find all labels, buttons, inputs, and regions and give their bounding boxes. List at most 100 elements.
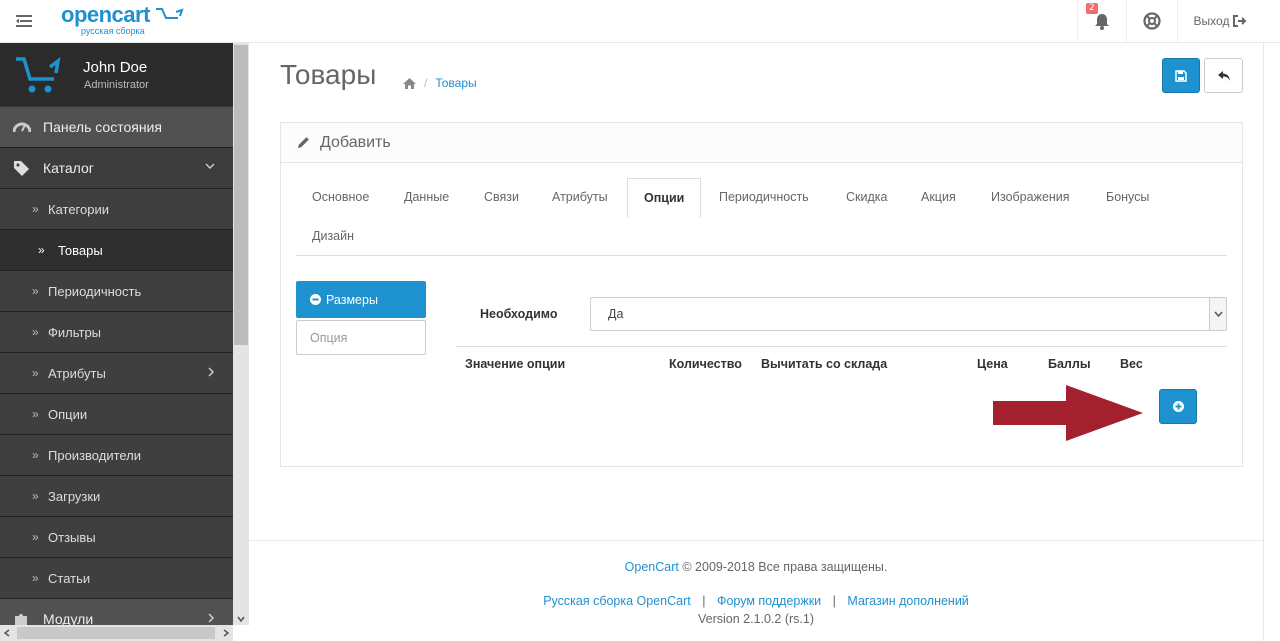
required-select[interactable]: Да (590, 297, 1227, 331)
hamburger-icon (16, 15, 32, 27)
notification-badge: 2 (1086, 3, 1098, 14)
scrollbar-thumb[interactable] (234, 45, 248, 345)
scroll-right-arrow-icon[interactable] (223, 629, 229, 637)
sidebar-item-attributes[interactable]: » Атрибуты (0, 353, 233, 394)
save-icon (1175, 69, 1187, 82)
tab-discount[interactable]: Скидка (830, 178, 903, 216)
sidebar-item-categories[interactable]: » Категории (0, 189, 233, 230)
sidebar-item-label: Загрузки (48, 488, 101, 504)
tab-special[interactable]: Акция (905, 178, 972, 216)
footer-store-link[interactable]: Магазин дополнений (847, 594, 968, 608)
double-chevron-icon: » (32, 489, 39, 503)
footer-divider-1: | (702, 594, 706, 608)
sidebar-item-label: Периодичность (48, 283, 142, 299)
cart-logo-icon (156, 8, 184, 19)
tab-images[interactable]: Изображения (975, 178, 1086, 216)
sidebar-item-manufacturers[interactable]: » Производители (0, 435, 233, 476)
sidebar-item-downloads[interactable]: » Загрузки (0, 476, 233, 517)
footer-forum-link[interactable]: Форум поддержки (717, 594, 821, 608)
add-option-value-button[interactable] (1159, 389, 1197, 424)
back-button[interactable] (1204, 58, 1243, 93)
chevron-down-icon (205, 163, 215, 170)
option-size-button[interactable]: Размеры (296, 281, 426, 318)
sidebar-item-label: Товары (58, 242, 103, 258)
user-profile[interactable]: John Doe Administrator (0, 43, 233, 107)
double-chevron-icon: » (32, 202, 39, 216)
top-header: opencart русская сборка 2 Выход (0, 0, 1280, 43)
life-ring-icon (1142, 12, 1161, 30)
home-icon[interactable] (403, 77, 416, 89)
tab-attributes[interactable]: Атрибуты (536, 178, 624, 216)
sidebar-item-label: Категории (48, 201, 109, 217)
panel-title: Добавить (320, 133, 391, 151)
chevron-right-icon (208, 367, 215, 377)
sidebar-horizontal-scrollbar[interactable] (0, 625, 233, 641)
tab-links[interactable]: Связи (468, 178, 535, 216)
double-chevron-icon: » (32, 448, 39, 462)
sidebar-item-reviews[interactable]: » Отзывы (0, 517, 233, 558)
user-role: Administrator (84, 79, 149, 91)
col-weight: Вес (1120, 357, 1143, 371)
footer-divider-2: | (832, 594, 836, 608)
footer-opencart-link[interactable]: OpenCart (625, 560, 679, 574)
col-subtract: Вычитать со склада (761, 357, 888, 371)
notifications-button[interactable]: 2 (1077, 0, 1125, 42)
double-chevron-icon: » (32, 530, 39, 544)
sidebar-item-label: Панель состояния (43, 119, 162, 135)
double-chevron-icon: » (32, 366, 39, 380)
save-button[interactable] (1162, 58, 1200, 93)
plus-circle-icon (1172, 401, 1184, 412)
avatar (16, 56, 61, 93)
footer-divider (249, 540, 1263, 541)
col-quantity: Количество (669, 357, 742, 371)
tab-options[interactable]: Опции (627, 178, 702, 218)
option-size-label: Размеры (326, 292, 378, 307)
scroll-left-arrow-icon[interactable] (4, 629, 10, 637)
menu-toggle-button[interactable] (0, 0, 48, 42)
double-chevron-icon: » (32, 407, 39, 421)
bell-icon (1094, 13, 1109, 30)
sidebar-item-filters[interactable]: » Фильтры (0, 312, 233, 353)
pointer-arrow-icon (993, 385, 1143, 441)
footer-rs-link[interactable]: Русская сборка OpenCart (543, 594, 691, 608)
sidebar-item-label: Атрибуты (48, 365, 106, 381)
tab-general[interactable]: Основное (296, 178, 385, 216)
col-points: Баллы (1048, 357, 1091, 371)
tags-icon (14, 161, 29, 176)
required-label: Необходимо (480, 307, 558, 321)
sidebar-item-products[interactable]: » Товары (0, 230, 233, 271)
tabs-divider (296, 255, 1227, 256)
scrollbar-thumb[interactable] (17, 627, 215, 639)
tab-recurring[interactable]: Периодичность (703, 178, 825, 216)
sidebar-item-catalog[interactable]: Каталог (0, 148, 233, 189)
minus-circle-icon[interactable] (310, 294, 321, 305)
sign-out-icon (1233, 15, 1247, 27)
opencart-logo[interactable]: opencart русская сборка (61, 4, 184, 36)
pencil-icon (298, 137, 309, 148)
sidebar-item-recurring[interactable]: » Периодичность (0, 271, 233, 312)
scroll-down-arrow-icon[interactable] (237, 616, 245, 622)
tab-design[interactable]: Дизайн (296, 217, 370, 255)
sidebar: John Doe Administrator Панель состояния … (0, 43, 233, 641)
sidebar-item-label: Каталог (43, 160, 94, 176)
sidebar-item-label: Фильтры (48, 324, 102, 340)
chevron-right-icon (208, 613, 215, 623)
double-chevron-icon: » (32, 325, 39, 339)
tab-reward[interactable]: Бонусы (1090, 178, 1165, 216)
help-button[interactable] (1126, 0, 1176, 42)
main-content: Товары / Товары Добавить Основное Данные… (249, 43, 1263, 641)
page-title: Товары (280, 59, 377, 90)
sidebar-vertical-scrollbar[interactable] (233, 43, 249, 625)
sidebar-item-dashboard[interactable]: Панель состояния (0, 107, 233, 148)
logout-button[interactable]: Выход (1177, 0, 1263, 42)
product-form-panel: Добавить Основное Данные Связи Атрибуты … (280, 122, 1243, 467)
dashboard-icon (13, 122, 31, 133)
breadcrumb-link-products[interactable]: Товары (435, 76, 476, 90)
footer-version: Version 2.1.0.2 (rs.1) (697, 612, 815, 626)
sidebar-item-articles[interactable]: » Статьи (0, 558, 233, 599)
breadcrumb: / Товары (403, 76, 477, 90)
sidebar-item-label: Статьи (48, 570, 91, 586)
tab-data[interactable]: Данные (388, 178, 465, 216)
option-search-input[interactable]: Опция (296, 320, 426, 355)
sidebar-item-options[interactable]: » Опции (0, 394, 233, 435)
